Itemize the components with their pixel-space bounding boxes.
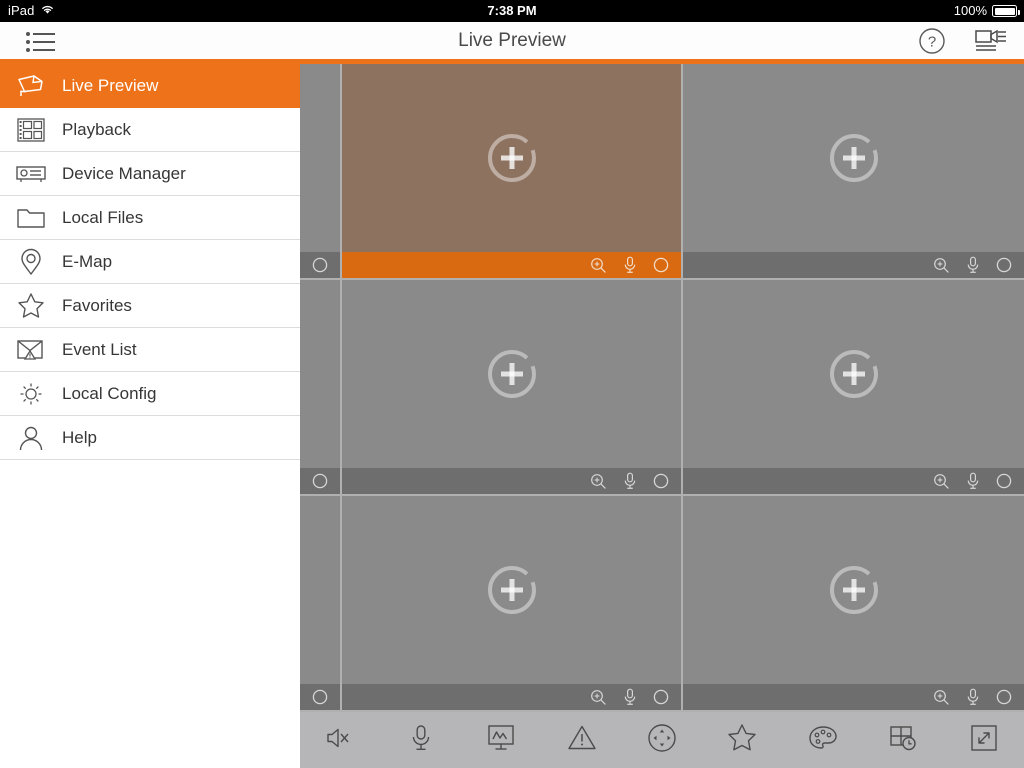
map-pin-icon — [0, 248, 62, 276]
image-settings-button[interactable] — [783, 712, 863, 768]
color-palette-icon — [807, 724, 839, 757]
cell-toolbar — [342, 468, 681, 494]
digital-zoom-icon[interactable] — [933, 257, 950, 274]
svg-text:?: ? — [928, 33, 936, 50]
add-camera-plus-icon[interactable] — [683, 496, 1024, 684]
digital-zoom-icon[interactable] — [933, 473, 950, 490]
add-camera-plus-icon[interactable] — [342, 280, 681, 468]
film-strip-icon — [0, 117, 62, 143]
sidebar-item-label: Favorites — [62, 295, 132, 315]
digital-zoom-icon[interactable] — [590, 257, 607, 274]
main-menu-sidebar: Live Preview Playback Device Manager Loc… — [0, 64, 300, 768]
sidebar-item-label: Event List — [62, 339, 137, 359]
sidebar-item-live-preview[interactable]: Live Preview — [0, 64, 300, 108]
cell-toolbar — [683, 468, 1024, 494]
video-camera-icon — [0, 73, 62, 99]
page-title: Live Preview — [458, 30, 566, 51]
alarm-output-button[interactable] — [541, 712, 621, 768]
digital-zoom-icon[interactable] — [590, 689, 607, 706]
ptz-control-icon — [647, 723, 677, 758]
sidebar-item-local-files[interactable]: Local Files — [0, 196, 300, 240]
sidebar-item-favorites[interactable]: Favorites — [0, 284, 300, 328]
layout-clock-icon — [888, 724, 918, 757]
record-circle-icon[interactable] — [312, 689, 328, 705]
sidebar-item-label: Local Config — [62, 383, 157, 403]
video-cell[interactable] — [342, 280, 683, 496]
add-camera-plus-icon[interactable] — [683, 64, 1024, 252]
device-box-icon — [0, 163, 62, 185]
sidebar-item-label: Live Preview — [62, 75, 159, 95]
status-bar-right: 100% — [953, 0, 1020, 22]
navigation-bar: Live Preview ? — [0, 22, 1024, 59]
audio-toggle-button[interactable] — [300, 712, 380, 768]
add-camera-plus-icon[interactable] — [342, 496, 681, 684]
add-camera-plus-icon[interactable] — [342, 64, 681, 252]
star-icon — [727, 723, 757, 757]
sidebar-item-event-list[interactable]: Event List — [0, 328, 300, 372]
microphone-icon[interactable] — [966, 472, 980, 490]
digital-zoom-icon[interactable] — [590, 473, 607, 490]
microphone-icon[interactable] — [623, 472, 637, 490]
sidebar-item-playback[interactable]: Playback — [0, 108, 300, 152]
alarm-triangle-icon — [567, 724, 597, 756]
cell-toolbar — [683, 684, 1024, 710]
folder-icon — [0, 206, 62, 230]
cell-toolbar — [342, 252, 681, 278]
video-cell[interactable] — [342, 496, 683, 712]
sidebar-item-e-map[interactable]: E-Map — [0, 240, 300, 284]
question-circle-icon[interactable]: ? — [918, 27, 946, 55]
star-icon — [0, 292, 62, 319]
app-root: iPad 7:38 PM 100% Live Preview ? Live Pr… — [0, 0, 1024, 768]
video-cell[interactable] — [683, 64, 1024, 280]
microphone-icon[interactable] — [623, 256, 637, 274]
add-camera-plus-icon[interactable] — [683, 280, 1024, 468]
record-circle-icon[interactable] — [996, 689, 1012, 705]
battery-percent-label: 100% — [953, 3, 987, 18]
sidebar-item-label: Local Files — [62, 207, 144, 227]
record-circle-icon[interactable] — [996, 473, 1012, 489]
microphone-icon[interactable] — [966, 256, 980, 274]
battery-full-icon — [992, 5, 1020, 17]
video-cell[interactable] — [342, 64, 683, 280]
sidebar-item-help[interactable]: Help — [0, 416, 300, 460]
record-circle-icon[interactable] — [996, 257, 1012, 273]
window-layout-button[interactable] — [863, 712, 943, 768]
record-circle-icon[interactable] — [312, 473, 328, 489]
record-circle-icon[interactable] — [653, 473, 669, 489]
sidebar-item-device-manager[interactable]: Device Manager — [0, 152, 300, 196]
digital-zoom-icon[interactable] — [933, 689, 950, 706]
person-icon — [0, 425, 62, 451]
favorites-button[interactable] — [702, 712, 782, 768]
expand-arrows-icon — [970, 724, 998, 757]
sidebar-item-local-config[interactable]: Local Config — [0, 372, 300, 416]
sidebar-item-label: Device Manager — [62, 163, 186, 183]
ptz-control-button[interactable] — [622, 712, 702, 768]
camera-list-icon[interactable] — [974, 28, 1008, 54]
cell-toolbar — [342, 684, 681, 710]
nav-right-actions: ? — [918, 22, 1008, 59]
microphone-icon[interactable] — [623, 688, 637, 706]
ios-status-bar: iPad 7:38 PM 100% — [0, 0, 1024, 22]
status-bar-clock: 7:38 PM — [487, 3, 537, 18]
video-cell[interactable] — [683, 280, 1024, 496]
record-circle-icon[interactable] — [653, 689, 669, 705]
sidebar-item-label: Help — [62, 427, 97, 447]
microphone-icon — [410, 724, 432, 757]
cell-toolbar — [683, 252, 1024, 278]
stream-quality-button[interactable] — [461, 712, 541, 768]
microphone-icon[interactable] — [966, 688, 980, 706]
record-circle-icon[interactable] — [312, 257, 328, 273]
sidebar-item-label: Playback — [62, 119, 131, 139]
sidebar-item-label: E-Map — [62, 251, 113, 271]
full-screen-button[interactable] — [944, 712, 1024, 768]
two-way-talk-button[interactable] — [380, 712, 460, 768]
video-cell[interactable] — [683, 496, 1024, 712]
stream-monitor-icon — [486, 724, 516, 757]
gear-icon — [0, 380, 62, 408]
envelope-alert-icon — [0, 338, 62, 362]
record-circle-icon[interactable] — [653, 257, 669, 273]
speaker-mute-icon — [325, 725, 355, 756]
